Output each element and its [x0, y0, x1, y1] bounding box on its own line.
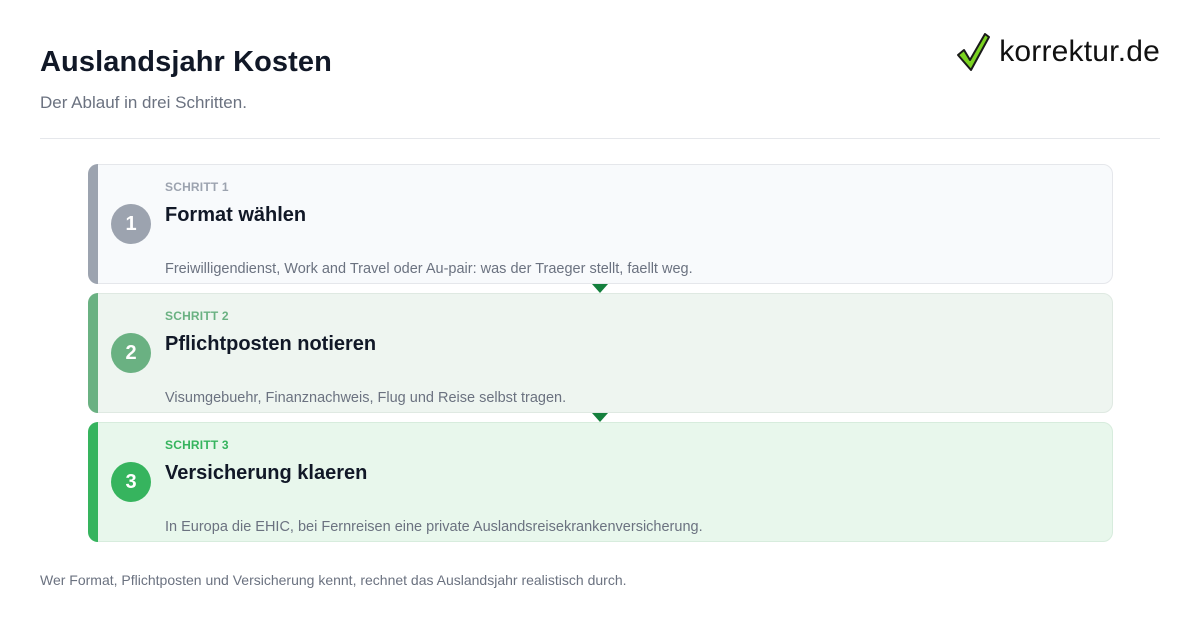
step-accent-bar: [88, 422, 98, 542]
step-number-badge: 3: [111, 462, 151, 502]
checkmark-icon: [957, 33, 991, 71]
footer-note: Wer Format, Pflichtposten und Versicheru…: [40, 572, 627, 588]
step-accent-bar: [88, 293, 98, 413]
step-title: Pflichtposten notieren: [165, 333, 377, 355]
header: Auslandsjahr Kosten Der Ablauf in drei S…: [40, 0, 1160, 139]
step-description: In Europa die EHIC, bei Fernreisen eine …: [165, 519, 703, 535]
step-label: SCHRITT 3: [165, 438, 229, 452]
step-label: SCHRITT 2: [165, 309, 229, 323]
step-card-2: 2 SCHRITT 2 Pflichtposten notieren Visum…: [88, 293, 1113, 413]
connector-arrow-icon: [592, 284, 608, 293]
connector-arrow-icon: [592, 413, 608, 422]
step-description: Visumgebuehr, Finanznachweis, Flug und R…: [165, 390, 567, 406]
step-number-badge: 1: [111, 204, 151, 244]
logo[interactable]: korrektur.de: [955, 30, 1160, 74]
step-title: Versicherung klaeren: [165, 462, 368, 484]
step-description: Freiwilligendienst, Work and Travel oder…: [165, 261, 693, 277]
step-card-3: 3 SCHRITT 3 Versicherung klaeren In Euro…: [88, 422, 1113, 542]
step-label: SCHRITT 1: [165, 180, 229, 194]
step-card-1: 1 SCHRITT 1 Format wählen Freiwilligendi…: [88, 164, 1113, 284]
page-subtitle: Der Ablauf in drei Schritten.: [40, 93, 247, 112]
logo-text: korrektur.de: [999, 35, 1160, 68]
page-title: Auslandsjahr Kosten: [40, 46, 332, 78]
step-number-badge: 2: [111, 333, 151, 373]
step-title: Format wählen: [165, 204, 307, 226]
step-accent-bar: [88, 164, 98, 284]
